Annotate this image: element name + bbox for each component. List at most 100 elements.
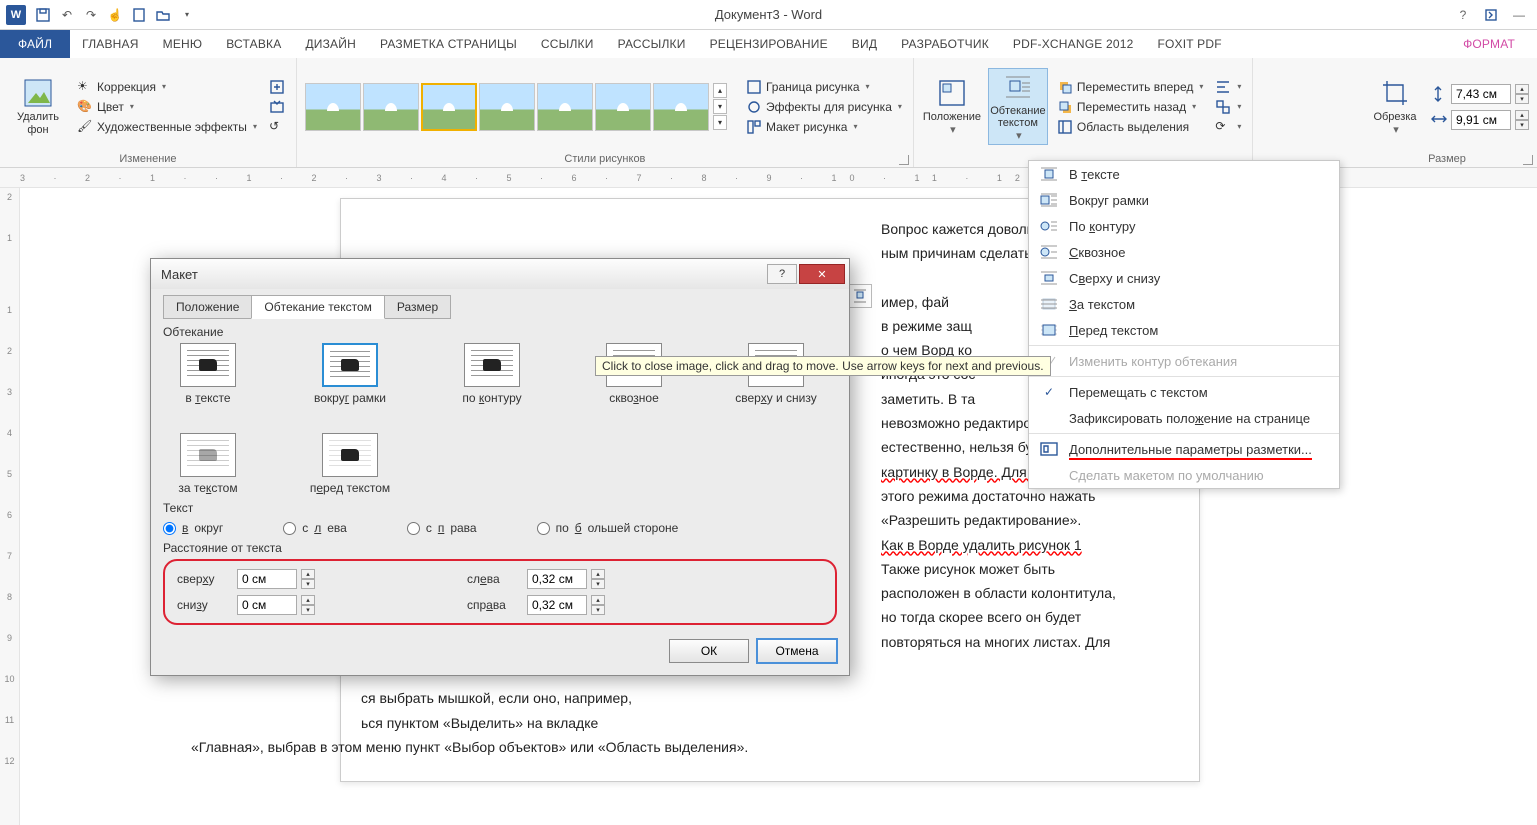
dd-wrap-behind[interactable]: За текстом [1029, 291, 1339, 317]
tab-menu[interactable]: Меню [151, 30, 215, 58]
tab-format[interactable]: ФОРМАТ [1451, 30, 1527, 58]
color-menu[interactable]: 🎨Цвет▾ [74, 98, 260, 116]
dialog-close-button[interactable]: ✕ [799, 264, 845, 284]
tab-pdfxchange[interactable]: PDF-XChange 2012 [1001, 30, 1146, 58]
tab-view[interactable]: ВИД [840, 30, 889, 58]
dist-left-input[interactable] [527, 569, 587, 589]
style-thumb-2[interactable] [363, 83, 419, 131]
qat-touch[interactable]: ☝ [104, 4, 126, 26]
layout-options-badge[interactable] [848, 284, 872, 308]
tab-foxit[interactable]: Foxit PDF [1145, 30, 1233, 58]
dd-wrap-square[interactable]: Вокруг рамки [1029, 187, 1339, 213]
width-up[interactable]: ▴ [1515, 110, 1529, 120]
spin-down[interactable]: ▾ [591, 579, 605, 589]
gallery-up[interactable]: ▴ [713, 83, 727, 98]
align-menu[interactable]: ▾ [1212, 78, 1244, 96]
tab-developer[interactable]: РАЗРАБОТЧИК [889, 30, 1001, 58]
style-thumb-4[interactable] [479, 83, 535, 131]
spin-down[interactable]: ▾ [301, 605, 315, 615]
ribbon-display-options[interactable] [1481, 5, 1501, 25]
picture-effects-menu[interactable]: Эффекты для рисунка▾ [743, 98, 905, 116]
dd-wrap-inline[interactable]: В тексте [1029, 161, 1339, 187]
picture-styles-gallery[interactable]: ▴ ▾ ▾ [305, 83, 727, 131]
wrap-opt-tight[interactable]: по контуру [447, 343, 537, 405]
tab-insert[interactable]: ВСТАВКА [214, 30, 293, 58]
help-button[interactable]: ? [1453, 5, 1473, 25]
tab-references[interactable]: ССЫЛКИ [529, 30, 606, 58]
radio-left[interactable]: слева [283, 521, 347, 535]
styles-dialog-launcher[interactable] [899, 155, 909, 165]
minimize-button[interactable]: — [1509, 5, 1529, 25]
dd-fix-position[interactable]: Зафиксировать положение на странице [1029, 405, 1339, 431]
spin-up[interactable]: ▴ [591, 595, 605, 605]
dd-wrap-through[interactable]: Сквозное [1029, 239, 1339, 265]
gallery-down[interactable]: ▾ [713, 99, 727, 114]
dialog-help-button[interactable]: ? [767, 264, 797, 284]
tab-file[interactable]: ФАЙЛ [0, 30, 70, 58]
wrap-opt-front[interactable]: перед текстом [305, 433, 395, 495]
qat-new[interactable] [128, 4, 150, 26]
wrap-opt-square[interactable]: вокруг рамки [305, 343, 395, 405]
dialog-tab-size[interactable]: Размер [384, 295, 451, 319]
qat-customize[interactable]: ▾ [176, 4, 198, 26]
style-thumb-5[interactable] [537, 83, 593, 131]
vertical-ruler[interactable]: 21 123 456 789 101112 [0, 188, 20, 825]
rotate-menu[interactable]: ⟳▾ [1212, 118, 1244, 136]
dialog-tab-position[interactable]: Положение [163, 295, 252, 319]
style-thumb-7[interactable] [653, 83, 709, 131]
spin-down[interactable]: ▾ [591, 605, 605, 615]
spin-down[interactable]: ▾ [301, 579, 315, 589]
tab-mailings[interactable]: РАССЫЛКИ [606, 30, 698, 58]
selection-pane-button[interactable]: Область выделения [1054, 118, 1207, 136]
dialog-ok-button[interactable]: ОК [669, 639, 749, 663]
tab-home[interactable]: ГЛАВНАЯ [70, 30, 150, 58]
qat-open[interactable] [152, 4, 174, 26]
group-menu[interactable]: ▾ [1212, 98, 1244, 116]
dialog-tab-wrapping[interactable]: Обтекание текстом [251, 295, 384, 319]
size-dialog-launcher[interactable] [1523, 155, 1533, 165]
tab-layout[interactable]: РАЗМЕТКА СТРАНИЦЫ [368, 30, 529, 58]
gallery-more[interactable]: ▾ [713, 115, 727, 130]
dialog-cancel-button[interactable]: Отмена [757, 639, 837, 663]
reset-picture-button[interactable]: ↺ [266, 118, 288, 136]
dd-move-with-text[interactable]: ✓Перемещать с текстом [1029, 379, 1339, 405]
qat-undo[interactable]: ↶ [56, 4, 78, 26]
radio-around[interactable]: вокруг [163, 521, 223, 535]
picture-border-menu[interactable]: Граница рисунка▾ [743, 78, 905, 96]
tab-design[interactable]: ДИЗАЙН [293, 30, 368, 58]
radio-right[interactable]: справа [407, 521, 477, 535]
compress-pictures-button[interactable] [266, 78, 288, 96]
send-backward-button[interactable]: Переместить назад▾ [1054, 98, 1207, 116]
remove-background-button[interactable]: Удалить фон [8, 75, 68, 137]
dd-wrap-tight[interactable]: По контуру [1029, 213, 1339, 239]
style-thumb-3[interactable] [421, 83, 477, 131]
width-down[interactable]: ▾ [1515, 120, 1529, 130]
bring-forward-button[interactable]: Переместить вперед▾ [1054, 78, 1207, 96]
height-input[interactable] [1451, 84, 1511, 104]
picture-layout-menu[interactable]: Макет рисунка▾ [743, 118, 905, 136]
position-button[interactable]: Положение▾ [922, 75, 982, 137]
style-thumb-6[interactable] [595, 83, 651, 131]
crop-button[interactable]: Обрезка▾ [1365, 75, 1425, 137]
height-down[interactable]: ▾ [1515, 94, 1529, 104]
dist-top-input[interactable] [237, 569, 297, 589]
wrap-opt-behind[interactable]: за текстом [163, 433, 253, 495]
style-thumb-1[interactable] [305, 83, 361, 131]
qat-redo[interactable]: ↷ [80, 4, 102, 26]
qat-save[interactable] [32, 4, 54, 26]
width-input[interactable] [1451, 110, 1511, 130]
wrap-text-button[interactable]: Обтекание текстом▾ [988, 68, 1048, 144]
dialog-titlebar[interactable]: Макет ? ✕ [151, 259, 849, 289]
spin-up[interactable]: ▴ [301, 595, 315, 605]
dist-bottom-input[interactable] [237, 595, 297, 615]
dist-right-input[interactable] [527, 595, 587, 615]
dd-wrap-front[interactable]: Перед текстом [1029, 317, 1339, 343]
radio-largest[interactable]: по большей стороне [537, 521, 679, 535]
artistic-effects-menu[interactable]: 🖌Художественные эффекты▾ [74, 118, 260, 136]
tab-review[interactable]: РЕЦЕНЗИРОВАНИЕ [698, 30, 840, 58]
dd-wrap-topbottom[interactable]: Сверху и снизу [1029, 265, 1339, 291]
wrap-opt-inline[interactable]: в тексте [163, 343, 253, 405]
change-picture-button[interactable] [266, 98, 288, 116]
corrections-menu[interactable]: ☀Коррекция▾ [74, 78, 260, 96]
dd-more-layout-options[interactable]: Дополнительные параметры разметки... [1029, 436, 1339, 462]
